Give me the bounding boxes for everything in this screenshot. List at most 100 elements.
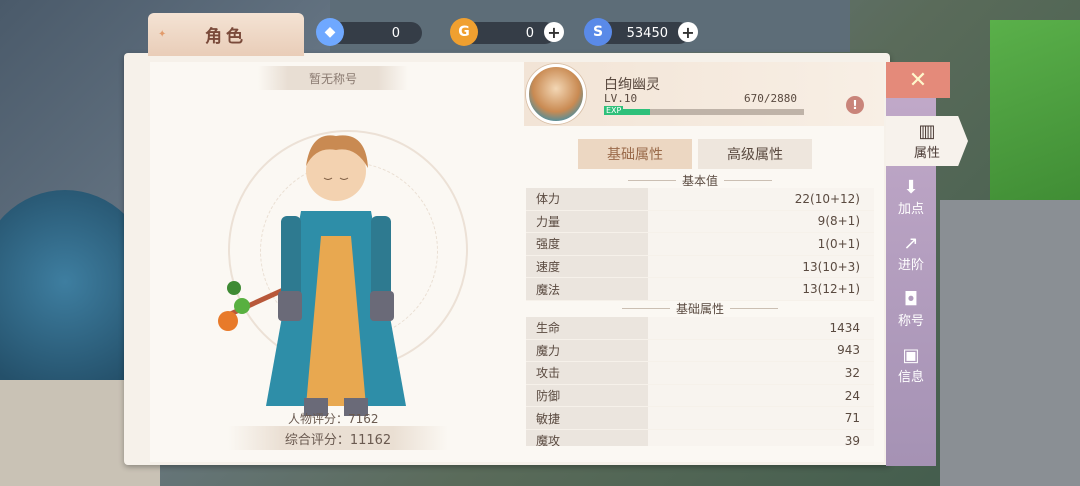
stat-value: 24	[844, 388, 860, 403]
exp-label: EXP	[604, 106, 624, 115]
avatar[interactable]	[526, 64, 586, 124]
close-button[interactable]: ✕	[886, 62, 950, 98]
stat-row: 速度 13 (10+3)	[526, 255, 874, 279]
total-score: 综合评分：11162	[284, 432, 392, 448]
stat-value: 32	[844, 365, 860, 380]
sidebar-item-label: 进阶	[897, 257, 924, 273]
stat-breakdown: (8+1)	[825, 214, 860, 229]
stat-row: 强度 1 (0+1)	[526, 233, 874, 256]
character-score: 人物评分：7162	[288, 412, 379, 426]
section-header-base: 基本值	[526, 172, 874, 188]
close-icon: ✕	[908, 67, 928, 93]
stat-value-cell: 71	[648, 407, 874, 429]
sidebar-item-2[interactable]: ↗ 进阶	[886, 228, 936, 278]
stat-value: 22	[794, 191, 811, 206]
section-header-attributes: 基础属性	[526, 301, 874, 317]
inbox-icon: ⬇	[903, 176, 919, 198]
attribute-tabs: 基础属性 高级属性	[578, 139, 818, 169]
stat-breakdown: (0+1)	[825, 236, 860, 251]
total-score-banner: 综合评分：11162	[228, 426, 448, 450]
stat-value-cell: 9 (8+1)	[648, 210, 874, 233]
stat-row: 攻击 32	[526, 362, 874, 385]
stat-value-cell: 13 (10+3)	[648, 255, 874, 278]
stat-row: 生命 1434	[526, 316, 874, 340]
base-stats-rows: 体力 22 (10+12) 力量 9 (8+1) 强度 1 (0+1) 速度 13 (10+3) 魔法 1…	[526, 188, 874, 301]
bag-icon: ◘	[903, 288, 919, 310]
stat-label: 速度	[526, 255, 648, 278]
stat-value: 1434	[829, 320, 860, 335]
character-title: 暂无称号	[308, 71, 357, 86]
stat-value-cell: 1 (0+1)	[648, 233, 874, 255]
sidebar-item-1[interactable]: ⬇ 加点	[886, 172, 936, 222]
stat-label: 敏捷	[526, 407, 648, 429]
stat-row: 力量 9 (8+1)	[526, 210, 874, 234]
add-gold-button[interactable]: +	[544, 22, 564, 42]
divider	[621, 308, 670, 310]
divider	[730, 308, 778, 310]
stat-breakdown: (10+12)	[810, 191, 860, 206]
sidebar-item-label: 加点	[897, 201, 924, 217]
exp-value: 670/2880	[744, 92, 797, 105]
resource-gold: G 0 +	[450, 18, 564, 46]
stat-value-cell: 13 (12+1)	[648, 278, 874, 300]
character-level: LV.10	[604, 92, 638, 105]
stat-value-cell: 1434	[648, 316, 874, 339]
stat-label: 攻击	[526, 362, 648, 384]
stat-label: 体力	[526, 188, 648, 210]
stat-row: 敏捷 71	[526, 407, 874, 430]
id-card-icon: ▣	[902, 344, 920, 366]
stat-breakdown: (12+1)	[817, 282, 860, 297]
character-showcase: 暂无称号 人物评分：7162 综合评分：11162	[148, 60, 518, 458]
add-silver-button[interactable]: +	[678, 22, 698, 42]
stat-value-cell: 24	[648, 384, 874, 407]
stat-value: 13	[802, 259, 818, 274]
resource-silver-value: 53450	[626, 25, 668, 41]
sidebar-item-label: 信息	[897, 369, 924, 385]
background-greenery	[990, 20, 1080, 220]
stat-row: 体力 22 (10+12)	[526, 188, 874, 211]
stat-row: 魔攻 39	[526, 429, 874, 446]
sidebar-item-label: 属性	[913, 145, 940, 161]
resource-crystal: ◆ 0	[316, 18, 422, 46]
stat-value-cell: 39	[648, 429, 874, 446]
stat-row: 防御 24	[526, 384, 874, 408]
divider	[627, 179, 676, 181]
tab-advanced-attributes[interactable]: 高级属性	[698, 139, 812, 169]
gold-coin-icon: G	[450, 18, 478, 46]
stat-breakdown: (10+3)	[817, 259, 860, 274]
bar-chart-icon: ▥	[918, 120, 936, 142]
section-title-attributes: 基础属性	[675, 302, 724, 317]
character-model[interactable]	[206, 116, 466, 416]
resource-silver: S 53450 +	[584, 18, 698, 46]
crystal-icon: ◆	[316, 18, 344, 46]
character-name: 白绚幽灵	[604, 77, 660, 93]
stat-row: 魔法 13 (12+1)	[526, 278, 874, 301]
window-tab-character[interactable]: ✦ 角色	[148, 13, 304, 56]
stat-label: 魔力	[526, 339, 648, 362]
stat-label: 防御	[526, 384, 648, 407]
stat-value: 1	[817, 236, 826, 251]
divider	[724, 179, 772, 181]
stat-value: 9	[817, 214, 826, 229]
stat-label: 魔法	[526, 278, 648, 300]
stat-label: 魔攻	[526, 429, 648, 446]
stat-value: 13	[802, 282, 818, 297]
stats-list[interactable]: 基本值 体力 22 (10+12) 力量 9 (8+1) 强度 1 (0+1) 速度 13 (10+3…	[526, 172, 874, 446]
sidebar-item-label: 称号	[897, 313, 924, 329]
info-alert-icon[interactable]: !	[846, 96, 864, 114]
tab-basic-attributes[interactable]: 基础属性	[578, 139, 692, 169]
stat-value-cell: 32	[648, 362, 874, 384]
background-roof	[940, 200, 1080, 486]
sidebar-item-4[interactable]: ▣ 信息	[886, 340, 936, 390]
sidebar-item-3[interactable]: ◘ 称号	[886, 284, 936, 334]
stat-value: 71	[844, 411, 860, 426]
character-title-banner: 暂无称号	[258, 66, 408, 90]
window-tab-label: 角色	[205, 27, 247, 47]
sparkle-icon: ✦	[158, 29, 171, 40]
sidebar-item-0[interactable]: ▥ 属性	[886, 116, 968, 166]
stat-value-cell: 943	[648, 339, 874, 362]
stat-label: 生命	[526, 316, 648, 339]
stat-value-cell: 22 (10+12)	[648, 188, 874, 210]
attribute-stats-rows: 生命 1434 魔力 943 攻击 32 防御 24 敏捷 71 魔攻 39	[526, 316, 874, 446]
silver-coin-icon: S	[584, 18, 612, 46]
